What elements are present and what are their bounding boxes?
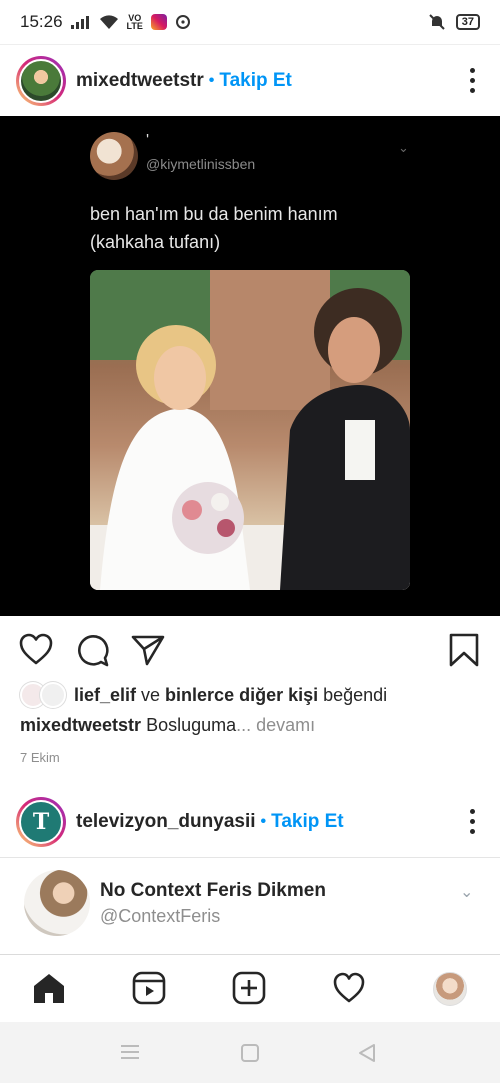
caption-username[interactable]: mixedtweetstr [20, 715, 141, 735]
status-time: 15:26 [20, 12, 63, 31]
back-nav-icon[interactable] [358, 1043, 376, 1063]
post2-more-options-icon[interactable] [460, 809, 484, 834]
profile-avatar[interactable] [433, 972, 467, 1006]
new-post-icon[interactable] [232, 971, 266, 1005]
volte-label: VO LTE [126, 13, 143, 31]
comment-icon[interactable] [74, 632, 110, 668]
post2-author-avatar[interactable]: T [16, 796, 66, 847]
home-nav-icon[interactable] [241, 1044, 259, 1062]
post-actions [0, 616, 500, 680]
home-icon[interactable] [32, 971, 66, 1005]
post2-avatar-letter: T [19, 799, 63, 844]
post-date: 7 Ekim [20, 750, 60, 765]
signal-icon [70, 16, 89, 29]
wifi-icon [99, 15, 118, 29]
tweet-display-name: ' [146, 132, 150, 149]
recent-apps-icon[interactable] [120, 1044, 140, 1060]
liker-avatar [40, 682, 66, 708]
activity-heart-icon[interactable] [332, 971, 366, 1005]
tweet-text-line-2: (kahkaha tufanı) [90, 232, 221, 252]
save-bookmark-icon[interactable] [446, 632, 482, 668]
bottom-tab-bar [0, 954, 500, 1022]
status-bar: 15:26 VO LTE 37 [0, 0, 500, 44]
post2-header: T televizyon_dunyasii • Takip Et [0, 786, 500, 858]
tweet-chevron-down-icon: ⌄ [398, 140, 409, 155]
share-send-icon[interactable] [130, 632, 166, 668]
likes-connector: ve [141, 684, 161, 705]
reels-icon[interactable] [132, 971, 166, 1005]
tweet-photo [90, 270, 410, 590]
caption-text: Bosluguma [146, 715, 237, 735]
likes-summary[interactable]: lief_elif ve binlerce diğer kişi beğendi [20, 680, 392, 710]
separator-dot: • [260, 812, 267, 830]
likes-others[interactable]: binlerce diğer kişi [165, 685, 318, 706]
post-author-avatar[interactable] [16, 55, 66, 106]
instagram-notification-icon [150, 14, 167, 30]
more-options-icon[interactable] [460, 68, 484, 93]
mute-bell-icon [429, 14, 445, 30]
post-caption: mixedtweetstr Bosluguma... devamı [20, 715, 315, 736]
tweet-handle: @kiymetlinissben [146, 156, 256, 172]
post-author-username[interactable]: mixedtweetstr [76, 70, 204, 92]
battery-indicator: 37 [455, 14, 480, 30]
quote-handle: @ContextFeris [100, 906, 221, 926]
quote-chevron-down-icon: ⌄ [460, 884, 474, 901]
system-navigation-bar [0, 1022, 500, 1083]
post-header: mixedtweetstr • Takip Et [0, 44, 500, 116]
post2-media[interactable]: No Context Feris Dikmen @ContextFeris ⌄ [0, 858, 500, 954]
like-heart-icon[interactable] [18, 632, 54, 668]
post2-follow-button[interactable]: Takip Et [271, 811, 344, 833]
post2-author-username[interactable]: televizyon_dunyasii [76, 811, 256, 833]
tweet-author-avatar [90, 132, 138, 180]
tweet-text: ben han'ım bu da benim hanım (kahkaha tu… [90, 200, 420, 256]
sync-icon [175, 15, 190, 29]
quote-display-name: No Context Feris Dikmen [100, 880, 326, 901]
caption-more-link[interactable]: ... devamı [236, 715, 315, 735]
separator-dot: • [208, 71, 215, 89]
quote-author-avatar [24, 870, 90, 936]
tweet-text-line-1: ben han'ım bu da benim hanım [90, 204, 338, 224]
follow-button[interactable]: Takip Et [219, 70, 292, 92]
likes-suffix: beğendi [323, 684, 388, 705]
post-media[interactable]: ' @kiymetlinissben ⌄ ben han'ım bu da be… [0, 116, 500, 616]
first-liker-username[interactable]: lief_elif [74, 685, 136, 706]
